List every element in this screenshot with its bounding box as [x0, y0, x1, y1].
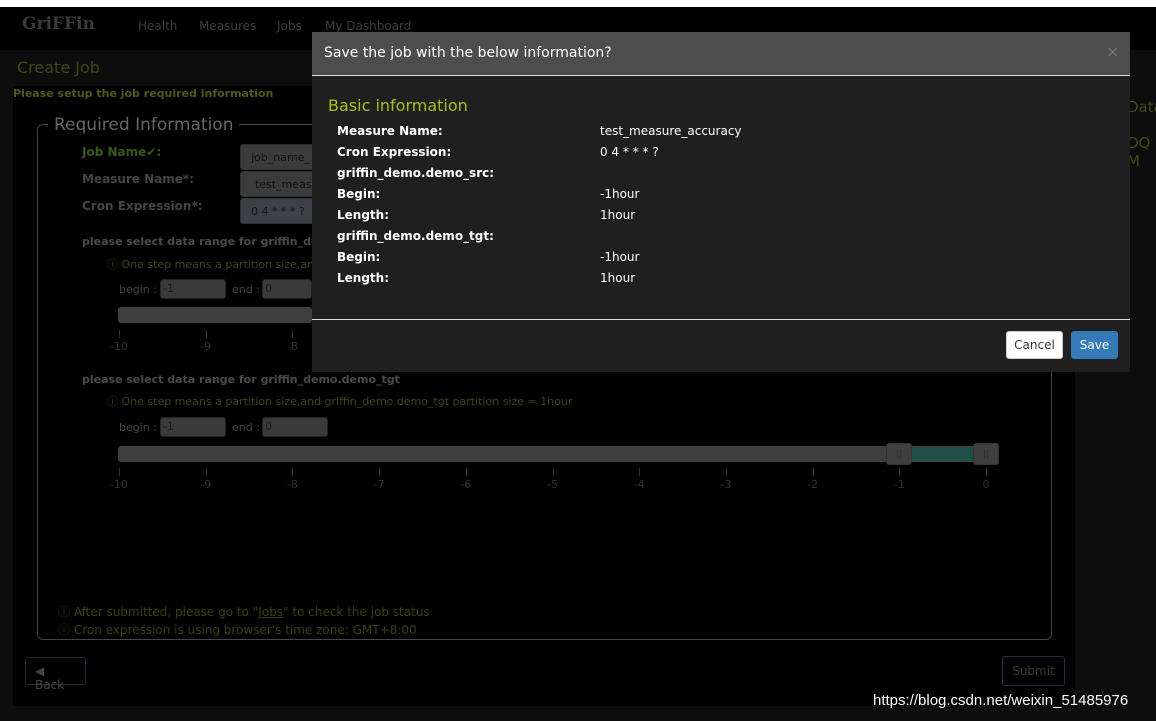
src-end-input[interactable]: 0	[262, 279, 312, 299]
cron-input[interactable]: 0 4 * * * ?	[240, 198, 320, 224]
nav-jobs[interactable]: Jobs	[277, 19, 302, 33]
tgt-range-slider[interactable]	[118, 446, 999, 462]
fieldset-legend: Required Information	[48, 115, 240, 135]
tgt-hint: ⓘ One step means a partition size,and gr…	[107, 393, 572, 409]
info-icon: ⓘ	[107, 395, 122, 408]
tick-mark	[639, 468, 641, 476]
tick-mark	[205, 330, 207, 338]
watermark: https://blog.csdn.net/weixin_51485976	[873, 692, 1129, 709]
info-key: Measure Name:	[337, 124, 443, 138]
tick-mark	[205, 468, 207, 476]
tick-label: -2	[807, 478, 819, 491]
tgt-begin-input[interactable]: -1	[160, 417, 226, 437]
brand-logo[interactable]: GriFFin	[22, 14, 95, 34]
save-job-modal: Save the job with the below information?…	[312, 32, 1130, 372]
note-text: After submitted, please go to "	[73, 605, 259, 619]
tick-mark	[986, 468, 987, 476]
tick-mark	[292, 468, 294, 476]
tick-label: -9	[200, 340, 212, 353]
info-value: -1hour	[600, 187, 640, 201]
info-value: 1hour	[600, 271, 636, 285]
tgt-end-input[interactable]: 0	[262, 417, 328, 437]
src-range-slider[interactable]	[118, 307, 312, 323]
src-begin-label: begin :	[119, 283, 157, 296]
tick-label: -10	[110, 478, 128, 491]
info-key: griffin_demo.demo_tgt:	[337, 229, 494, 243]
job-name-label: Job Name✔:	[82, 145, 162, 159]
info-key: griffin_demo.demo_src:	[337, 166, 495, 180]
right-text-dq: DQ M	[1127, 134, 1151, 170]
tick-mark	[119, 468, 120, 476]
basic-info-heading: Basic information	[328, 96, 468, 115]
info-value: -1hour	[600, 250, 640, 264]
info-value: 1hour	[600, 208, 636, 222]
tick-label: 0	[982, 478, 990, 491]
note-text: " to check the job status	[283, 605, 430, 619]
tick-mark	[899, 468, 901, 476]
tgt-hint-text: One step means a partition size,and grif…	[121, 395, 573, 408]
tick-label: -6	[460, 478, 472, 491]
info-icon: ⓘ	[107, 258, 122, 271]
nav-my-dashboard[interactable]: My Dashboard	[325, 19, 411, 33]
close-icon[interactable]: ×	[1106, 42, 1119, 61]
info-key: Begin:	[337, 187, 381, 201]
info-key: Length:	[337, 208, 389, 222]
submit-button[interactable]: Submit	[1002, 656, 1065, 686]
tick-mark	[465, 468, 467, 476]
arrow-left-circle-icon: ◀	[35, 664, 45, 678]
tgt-begin-label: begin :	[119, 421, 157, 434]
info-value: 0 4 * * * ?	[600, 145, 659, 159]
tick-mark	[812, 468, 814, 476]
info-icon: ⓘ	[58, 623, 74, 637]
info-key: Cron Expression:	[337, 145, 452, 159]
measure-name-input[interactable]: test_meas	[240, 171, 320, 197]
nav-measures[interactable]: Measures	[199, 19, 256, 33]
src-hint-text: One step means a partition size,an	[121, 258, 315, 271]
tgt-end-handle[interactable]: ||	[973, 443, 999, 465]
tgt-end-label: end :	[232, 421, 260, 434]
cancel-button[interactable]: Cancel	[1006, 331, 1063, 359]
tick-label: -1	[893, 478, 905, 491]
info-icon: ⓘ	[58, 605, 74, 619]
footer-note-timezone: ⓘ Cron expression is using browser's tim…	[58, 621, 417, 638]
src-end-label: end :	[232, 283, 260, 296]
tick-mark	[292, 330, 294, 338]
note-text: Cron expression is using browser's time …	[73, 623, 417, 637]
tick-label: -4	[633, 478, 645, 491]
cron-label: Cron Expression*:	[82, 199, 203, 213]
tick-label: -10	[110, 340, 128, 353]
tick-mark	[552, 468, 554, 476]
nav-health[interactable]: Health	[138, 19, 177, 33]
info-key: Length:	[337, 271, 389, 285]
back-button[interactable]: ◀ Back	[25, 657, 86, 692]
jobs-link[interactable]: Jobs	[258, 605, 283, 619]
tick-mark	[725, 468, 727, 476]
tick-label: -8	[286, 478, 298, 491]
src-hint: ⓘ One step means a partition size,an	[107, 256, 314, 272]
tick-mark	[379, 468, 381, 476]
modal-footer-divider	[312, 319, 1130, 320]
modal-title: Save the job with the below information?	[324, 45, 612, 61]
src-begin-input[interactable]: -1	[160, 279, 226, 299]
tick-label: -7	[373, 478, 385, 491]
right-text-data: Data	[1127, 98, 1156, 116]
job-name-input[interactable]: job_name_	[240, 144, 320, 170]
src-range-heading: please select data range for griffin_dem	[82, 235, 330, 248]
page-title: Create Job	[17, 58, 100, 77]
info-key: Begin:	[337, 250, 381, 264]
tgt-range-heading: please select data range for griffin_dem…	[82, 373, 400, 386]
tgt-begin-handle[interactable]: ||	[886, 443, 913, 465]
tick-label: -3	[720, 478, 732, 491]
tick-label: -5	[547, 478, 558, 491]
tick-label: -9	[200, 478, 212, 491]
back-label: Back	[35, 678, 65, 692]
tick-mark	[119, 330, 120, 338]
measure-name-label: Measure Name*:	[82, 172, 194, 186]
footer-note-jobs: ⓘ After submitted, please go to "Jobs" t…	[58, 603, 430, 620]
page-subtitle: Please setup the job required informatio…	[13, 87, 274, 100]
save-button[interactable]: Save	[1071, 331, 1118, 359]
info-value: test_measure_accuracy	[600, 124, 742, 138]
tick-label: -8	[286, 340, 298, 353]
